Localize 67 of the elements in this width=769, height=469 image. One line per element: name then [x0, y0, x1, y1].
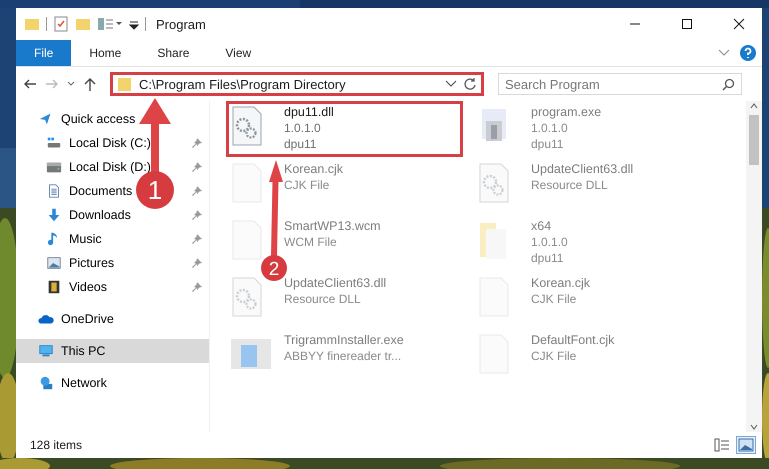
caret-icon[interactable] [445, 80, 457, 88]
file-name[interactable]: UpdateClient63.dll [531, 162, 634, 176]
up-button[interactable] [82, 76, 98, 92]
window-title: Program [156, 16, 207, 32]
file-detail: CJK File [284, 178, 330, 192]
ribbon-tab[interactable]: Share [139, 40, 208, 66]
scroll-up-icon[interactable] [749, 101, 759, 111]
scroll-thumb[interactable] [749, 115, 759, 165]
pc-icon [38, 343, 54, 359]
sidebar-item[interactable]: Videos [16, 275, 209, 299]
help-icon[interactable] [740, 45, 756, 61]
minimize-icon [629, 23, 641, 25]
file-name[interactable]: Korean.cjk [284, 162, 344, 176]
file-name[interactable]: TrigrammInstaller.exe [284, 333, 404, 347]
search-icon[interactable] [722, 78, 735, 91]
chevron-icon[interactable] [718, 49, 730, 57]
item-count: 128 items [30, 438, 84, 452]
network-icon [38, 375, 54, 391]
file-detail: Resource DLL [531, 178, 609, 192]
file-detail: 1.0.1.0 [531, 235, 568, 249]
scrollbar[interactable] [746, 101, 762, 432]
file-name[interactable]: DefaultFont.cjk [531, 333, 614, 347]
properties-icon[interactable] [53, 16, 69, 32]
file-detail: Resource DLL [284, 292, 362, 306]
file-name[interactable]: x64 [531, 219, 568, 233]
file-name[interactable]: Korean.cjk [531, 276, 590, 290]
close-icon [733, 18, 745, 30]
details-view-button[interactable] [712, 436, 732, 454]
refresh-icon[interactable] [463, 77, 477, 91]
file-detail: 1.0.1.0 [284, 121, 322, 135]
file-detail: dpu11 [531, 137, 564, 151]
ribbon-tab[interactable]: File [16, 40, 72, 66]
documents-icon [46, 183, 62, 199]
pictures-icon [46, 255, 62, 271]
file-detail: ABBYY finereader tr... [284, 349, 402, 363]
search-field[interactable]: Search Program [498, 73, 742, 95]
file-name[interactable]: program.exe [531, 105, 602, 119]
scroll-down-icon[interactable] [749, 422, 759, 432]
file-detail: CJK File [531, 292, 578, 306]
ribbon-tab[interactable]: View [207, 40, 270, 66]
address-bar[interactable]: C:\Program Files\Program Directory [110, 72, 484, 96]
dll-file-icon[interactable] [230, 105, 262, 147]
downloads-icon [46, 207, 62, 223]
videos-icon [46, 279, 62, 295]
step-badge: 1 [136, 171, 174, 209]
sidebar-item[interactable]: Pictures [16, 251, 209, 275]
file-detail: dpu11 [284, 137, 318, 151]
sidebar-item[interactable]: This PC [16, 339, 209, 363]
sidebar-item[interactable]: Quick access [16, 107, 209, 131]
file-name[interactable]: UpdateClient63.dll [284, 276, 386, 290]
file-detail: 1.0.1.0 [531, 121, 569, 135]
file-detail: WCM File [284, 235, 338, 249]
step-badge: 2 [261, 255, 287, 281]
file-name[interactable]: SmartWP13.wcm [284, 219, 381, 233]
sidebar-item[interactable]: Music [16, 227, 209, 251]
ribbon-tab[interactable]: Home [71, 40, 140, 66]
large-icons-view-button[interactable] [736, 436, 756, 454]
customize-icon[interactable] [97, 16, 123, 32]
address-path: C:\Program Files\Program Directory [139, 76, 347, 92]
sidebar-item[interactable]: Network [16, 371, 209, 395]
file-detail: CJK File [531, 349, 578, 363]
maximize-icon [681, 18, 693, 30]
file-detail: dpu11 [531, 251, 564, 265]
sidebar-item[interactable]: Local Disk (C:) [16, 131, 209, 155]
folder-icon [117, 76, 133, 92]
file-name[interactable]: dpu11.dll [284, 105, 334, 119]
sidebar-item[interactable]: OneDrive [16, 307, 209, 331]
